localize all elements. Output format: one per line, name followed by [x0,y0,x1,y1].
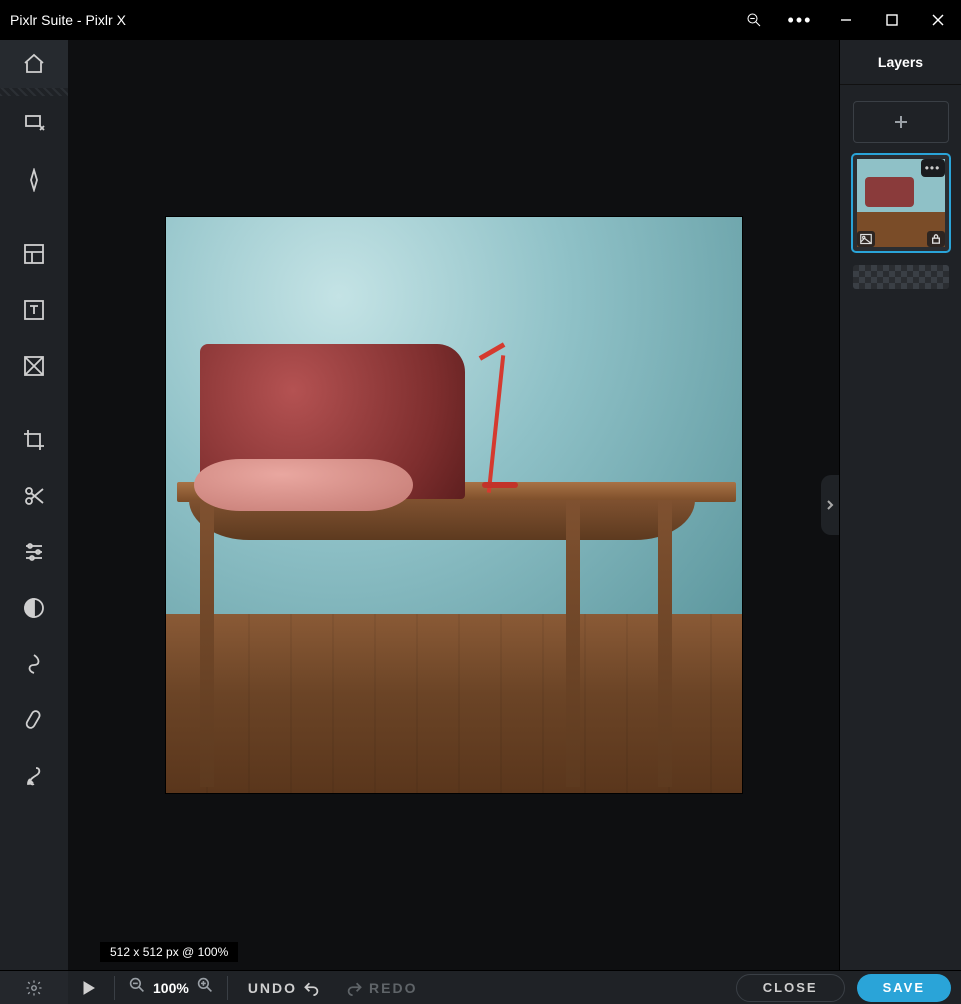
layers-panel-title: Layers [840,40,961,85]
undo-label: UNDO [248,980,297,996]
save-label: SAVE [883,980,925,995]
titlebar: Pixlr Suite - Pixlr X ••• [0,0,961,40]
more-icon[interactable]: ••• [777,0,823,40]
tool-liquify[interactable] [0,636,68,692]
add-layer-button[interactable] [853,101,949,143]
layers-panel: Layers ••• [839,40,961,970]
dimensions-badge: 512 x 512 px @ 100% [100,942,238,962]
bottom-bar: 100% UNDO REDO CLOSE SAVE [0,970,961,1004]
close-button[interactable] [915,0,961,40]
tool-crop[interactable] [0,412,68,468]
canvas-image[interactable] [166,217,742,793]
lock-icon[interactable] [927,231,945,247]
tool-element[interactable] [0,338,68,394]
tool-adjust[interactable] [0,524,68,580]
zoom-out-button[interactable] [129,977,145,998]
play-button[interactable] [68,971,108,1004]
save-button[interactable]: SAVE [857,974,951,1002]
tool-draw[interactable] [0,748,68,804]
redo-button[interactable]: REDO [333,980,431,996]
undo-button[interactable]: UNDO [234,980,333,996]
layer-item-empty[interactable] [853,265,949,289]
tool-ai[interactable] [0,152,68,208]
zoom-label: 100% [153,980,189,996]
tool-cutout[interactable] [0,468,68,524]
tool-arrange[interactable] [0,96,68,152]
settings-button[interactable] [0,971,68,1004]
zoom-in-button[interactable] [197,977,213,998]
window-title: Pixlr Suite - Pixlr X [10,12,126,28]
minimize-button[interactable] [823,0,869,40]
tool-retouch[interactable] [0,692,68,748]
image-layer-icon [857,231,875,247]
close-label: CLOSE [763,980,818,995]
canvas-area[interactable]: 512 x 512 px @ 100% [68,40,839,970]
rail-divider [0,88,68,96]
layer-options-icon[interactable]: ••• [921,159,945,177]
collapse-panel-button[interactable] [821,475,839,535]
close-project-button[interactable]: CLOSE [736,974,845,1002]
redo-label: REDO [369,980,417,996]
tool-filter[interactable] [0,580,68,636]
tool-layout[interactable] [0,226,68,282]
search-icon[interactable] [731,0,777,40]
tool-rail [0,40,68,970]
home-button[interactable] [0,40,68,88]
layer-item[interactable]: ••• [853,155,949,251]
tool-text[interactable] [0,282,68,338]
maximize-button[interactable] [869,0,915,40]
